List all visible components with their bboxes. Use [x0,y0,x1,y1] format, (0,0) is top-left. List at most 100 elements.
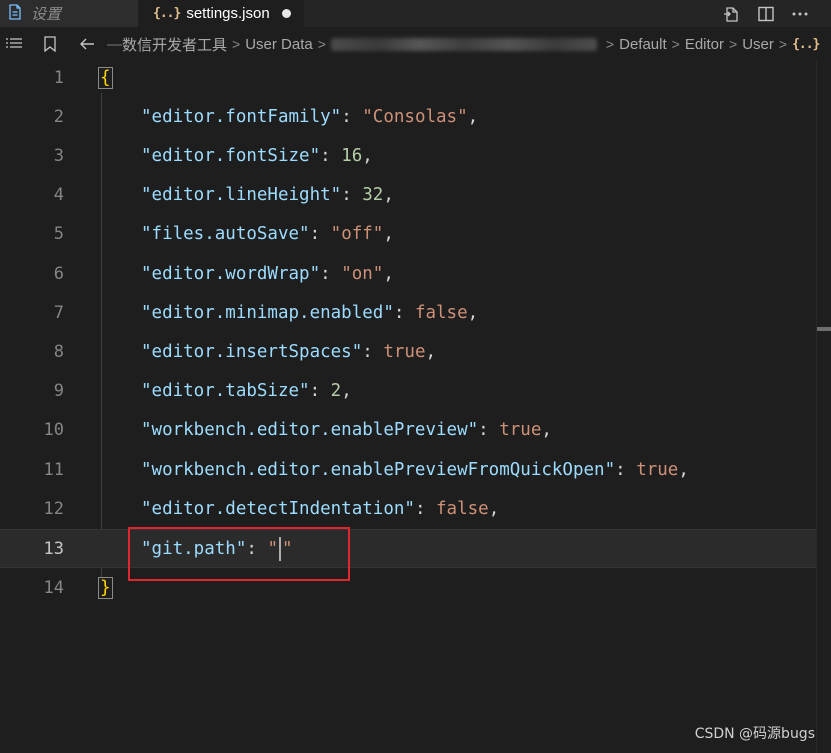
setting-value: "off" [330,224,384,245]
line-number: 1 [53,67,64,88]
scrollbar-thumb[interactable] [817,327,831,331]
editor-actions [723,0,831,27]
code-text: "workbench.editor.enablePreviewFromQuick… [141,459,689,480]
chevron-right-icon: > [605,36,615,52]
code-line[interactable]: 14 } [0,568,816,607]
tab-label: settings.json [186,5,270,22]
breadcrumb: — 数信开发者工具 > User Data > > Default > Edit… [0,27,831,61]
setting-key: "editor.fontSize" [141,145,321,166]
code-line[interactable]: 2 "editor.fontFamily": "Consolas", [0,97,816,136]
code-line[interactable]: 7 "editor.minimap.enabled": false, [0,293,816,332]
code-editor[interactable]: 1 { 2 "editor.fontFamily": "Consolas", 3 "e… [0,61,831,753]
code-text: "editor.fontFamily": "Consolas", [141,106,479,127]
line-number: 12 [43,498,64,519]
line-number: 4 [53,185,64,206]
code-text: "editor.insertSpaces": true, [141,341,437,362]
breadcrumb-overflow-dash: — [107,35,122,53]
code-text: "editor.tabSize": 2, [141,381,352,402]
line-number: 10 [43,420,64,441]
more-actions-icon[interactable] [791,5,809,23]
highlight-annotation-box [128,527,350,581]
code-line[interactable]: 11 "workbench.editor.enablePreviewFromQui… [0,450,816,489]
code-text: "editor.fontSize": 16, [141,145,373,166]
toggle-outline-icon[interactable] [5,36,23,52]
line-number: 13 [43,538,64,559]
breadcrumb-item[interactable]: User [742,36,774,53]
code-line[interactable]: 6 "editor.wordWrap": "on", [0,254,816,293]
open-settings-ui-icon[interactable] [723,5,741,23]
chevron-right-icon: > [778,36,788,52]
code-text: "editor.wordWrap": "on", [141,263,394,284]
setting-key: "workbench.editor.enablePreviewFromQuick… [141,459,616,480]
setting-value: true [499,420,542,441]
code-line[interactable]: 1 { [0,58,816,97]
line-number: 11 [43,459,64,480]
bookmark-icon[interactable] [43,36,57,52]
close-brace: } [98,576,113,599]
tab-settings-json[interactable]: {..} settings.json [138,0,304,27]
setting-value: "on" [341,263,384,284]
line-number: 8 [53,341,64,362]
setting-key: "editor.minimap.enabled" [141,302,394,323]
code-line[interactable]: 8 "editor.insertSpaces": true, [0,332,816,371]
code-text: } [98,576,113,599]
chevron-right-icon: > [671,36,680,52]
setting-value: false [436,498,489,519]
code-text: "editor.minimap.enabled": false, [141,302,479,323]
line-number: 2 [53,106,64,127]
vertical-scrollbar[interactable] [816,61,831,753]
code-text: "editor.lineHeight": 32, [141,185,394,206]
tab-label: 设置 [31,6,62,23]
code-line[interactable]: 9 "editor.tabSize": 2, [0,372,816,411]
file-icon [8,3,22,24]
setting-value: 2 [330,381,342,402]
setting-value: true [636,459,679,480]
setting-value: true [383,341,426,362]
setting-value: false [414,302,468,323]
json-file-icon: {..} [153,6,181,21]
json-file-icon[interactable]: {..} [792,37,820,52]
chevron-right-icon: > [232,36,241,52]
code-line[interactable]: 3 "editor.fontSize": 16, [0,136,816,175]
breadcrumb-item[interactable]: Editor [685,36,724,53]
code-text: { [98,66,113,89]
setting-value: 16 [341,145,363,166]
code-text: "editor.detectIndentation": false, [141,498,500,519]
open-brace: { [98,66,113,89]
setting-value: "Consolas" [362,106,468,127]
line-number: 7 [53,302,64,323]
setting-key: "files.autoSave" [141,224,310,245]
code-line[interactable]: 5 "files.autoSave": "off", [0,215,816,254]
setting-key: "workbench.editor.enablePreview" [141,420,479,441]
code-line[interactable]: 12 "editor.detectIndentation": false, [0,489,816,528]
back-arrow-icon[interactable] [79,37,95,51]
code-line[interactable]: 4 "editor.lineHeight": 32, [0,176,816,215]
breadcrumb-item[interactable]: 数信开发者工具 [122,34,227,55]
line-number: 14 [43,577,64,598]
setting-key: "editor.tabSize" [141,381,310,402]
code-text: "workbench.editor.enablePreview": true, [141,420,552,441]
tab-settings-ui[interactable]: 设置 [0,0,138,27]
code-line[interactable]: 10 "workbench.editor.enablePreview": true… [0,411,816,450]
chevron-right-icon: > [317,36,326,52]
redacted-path-segment [330,37,597,51]
setting-key: "editor.detectIndentation" [141,498,415,519]
line-number: 9 [53,381,64,402]
breadcrumb-item[interactable]: Default [619,36,667,53]
line-number: 6 [53,263,64,284]
unsaved-indicator-icon[interactable] [281,9,291,18]
setting-key: "editor.wordWrap" [141,263,321,284]
split-editor-icon[interactable] [757,5,775,23]
watermark: CSDN @码源bugs [694,726,815,742]
setting-key: "editor.insertSpaces" [141,341,363,362]
breadcrumb-item[interactable]: User Data [245,36,313,53]
code-line-current[interactable]: 13 "git.path": " " [0,529,816,568]
code-text: "files.autoSave": "off", [141,224,394,245]
line-number: 3 [53,145,64,166]
line-number: 5 [53,224,64,245]
setting-key: "editor.fontFamily" [141,106,342,127]
setting-value: 32 [362,185,384,206]
setting-key: "editor.lineHeight" [141,185,342,206]
tab-bar: 设置 {..} settings.json [0,0,831,27]
chevron-right-icon: > [729,36,738,52]
